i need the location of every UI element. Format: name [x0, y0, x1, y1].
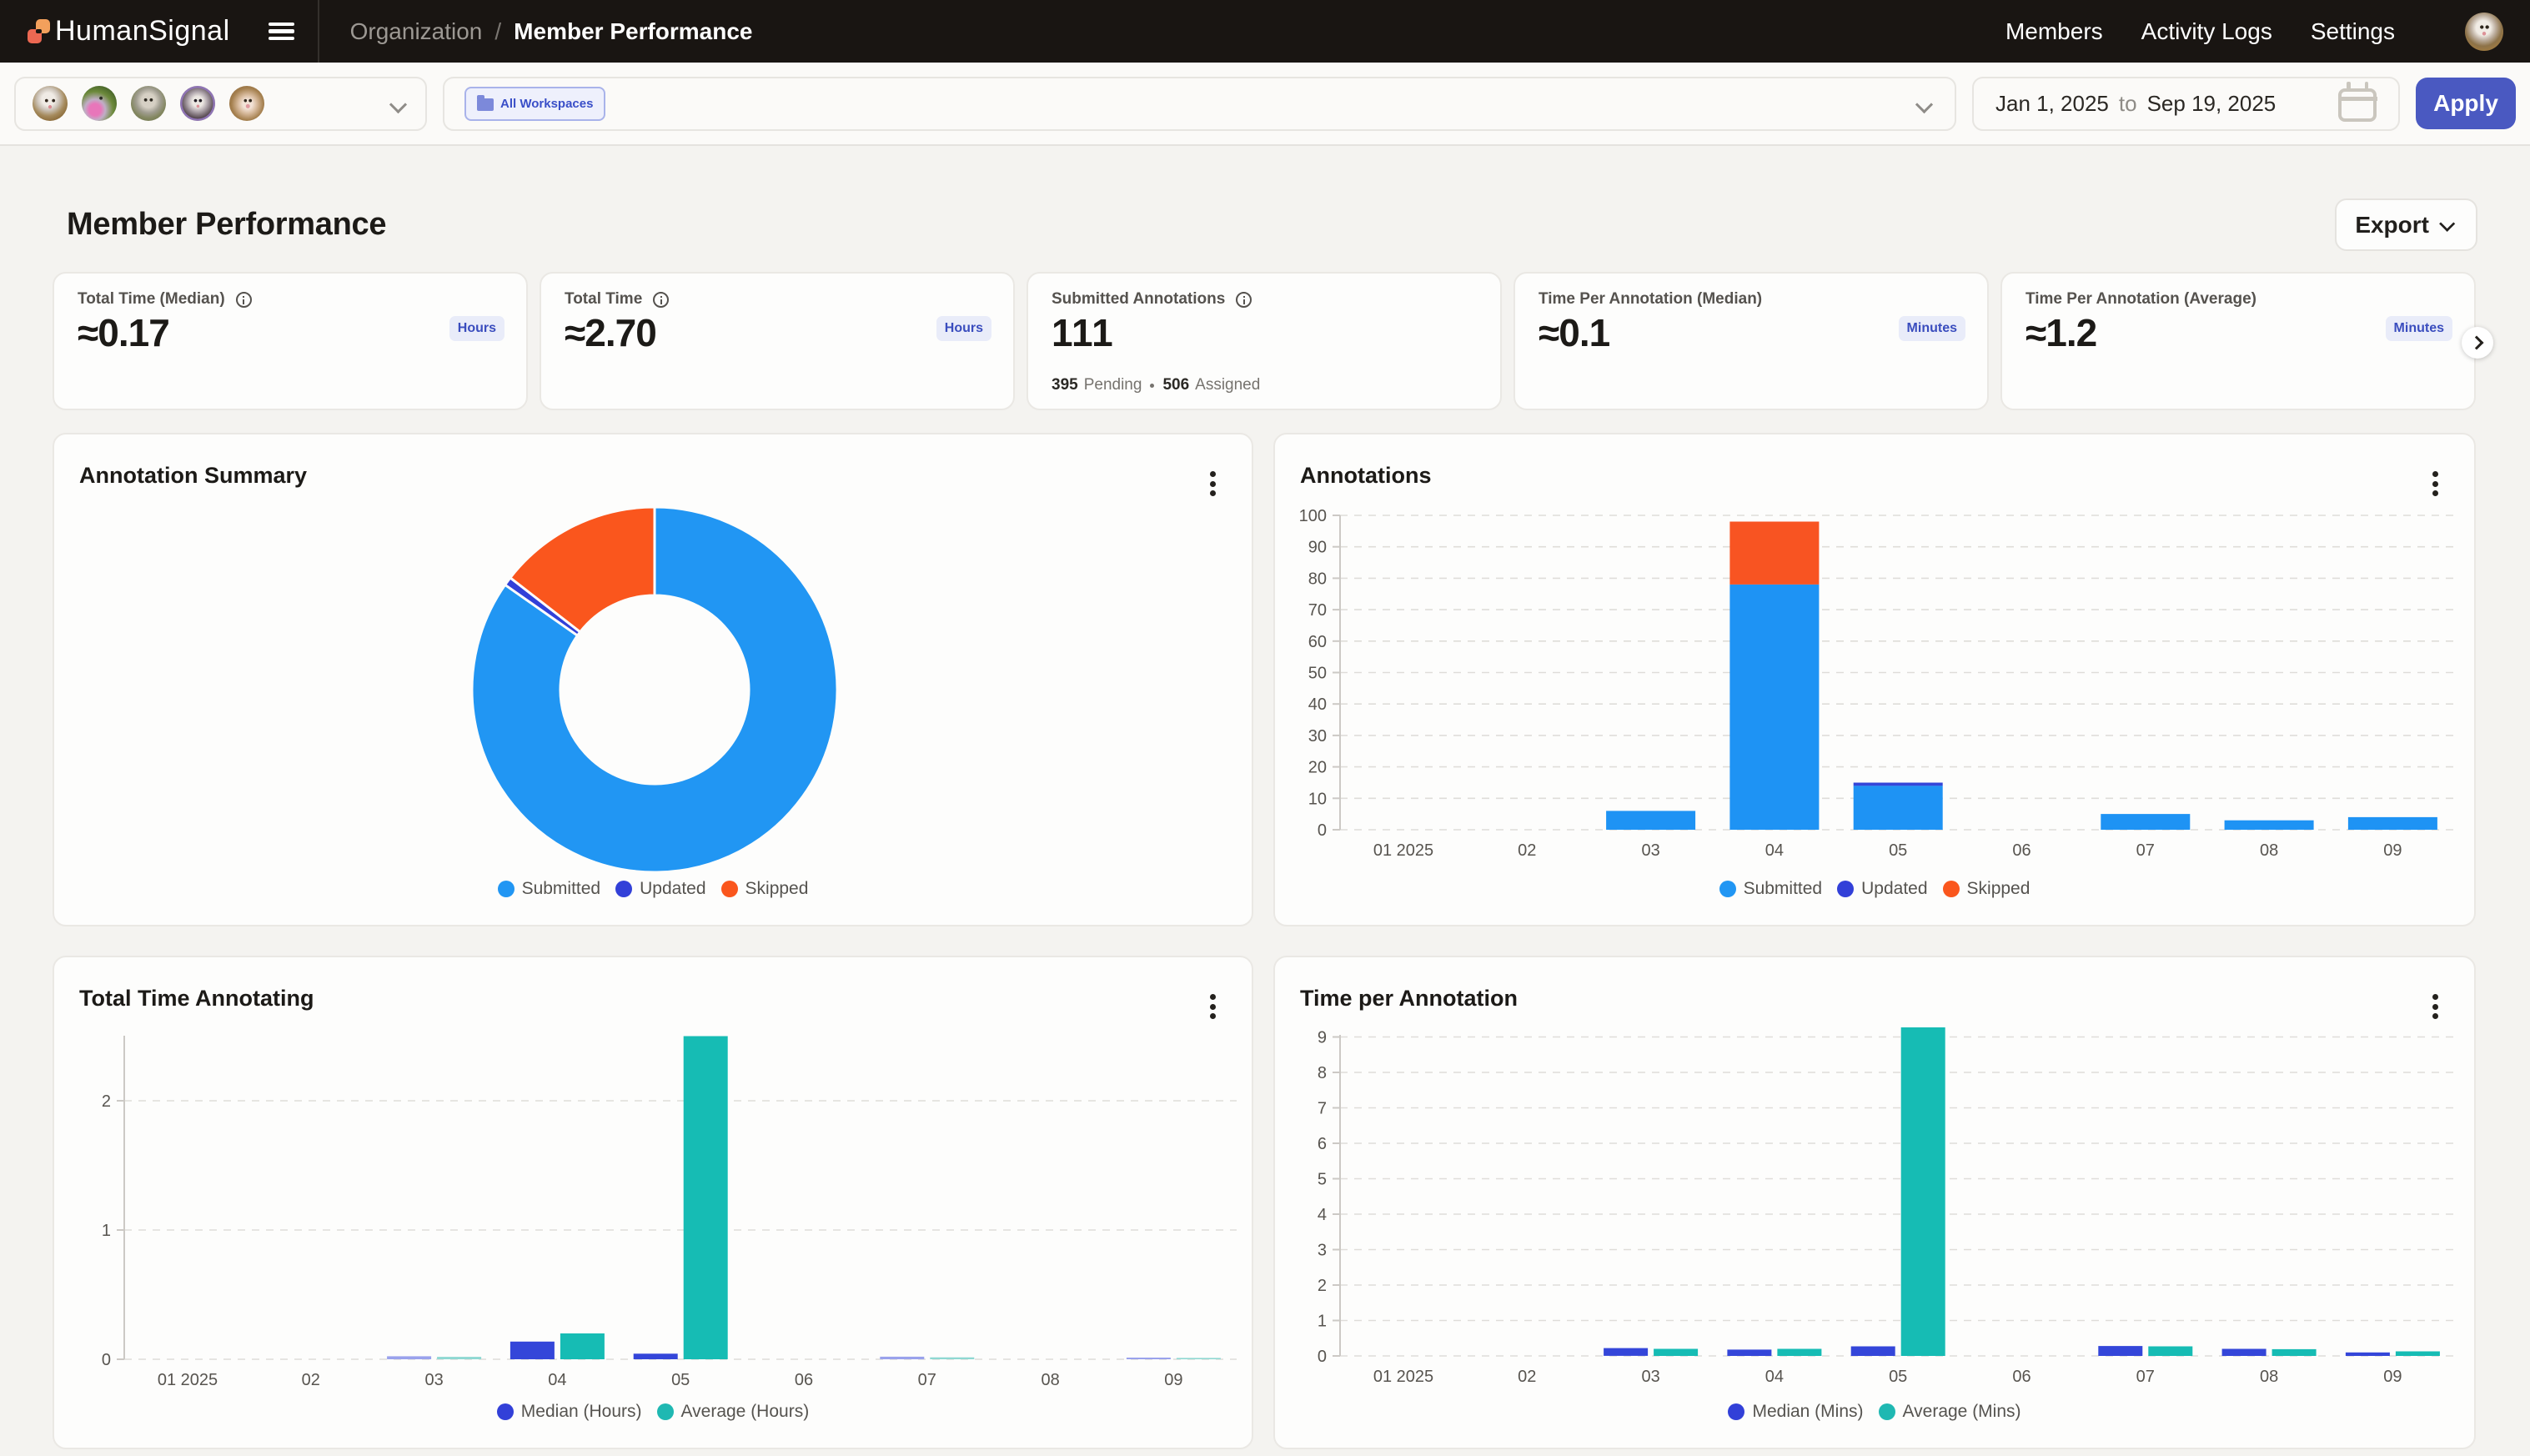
svg-text:9: 9 [1318, 1029, 1327, 1047]
svg-text:09: 09 [2383, 841, 2402, 860]
svg-text:50: 50 [1308, 665, 1327, 683]
svg-text:01 2025: 01 2025 [158, 1371, 218, 1389]
svg-text:06: 06 [2012, 1368, 2031, 1386]
svg-text:08: 08 [2260, 841, 2278, 860]
svg-text:1: 1 [1318, 1313, 1327, 1331]
svg-text:20: 20 [1308, 759, 1327, 777]
svg-text:0: 0 [1318, 821, 1327, 840]
svg-text:70: 70 [1308, 601, 1327, 620]
svg-text:60: 60 [1308, 633, 1327, 651]
svg-text:40: 40 [1308, 695, 1327, 714]
svg-text:0: 0 [1318, 1348, 1327, 1366]
svg-text:7: 7 [1318, 1100, 1327, 1118]
svg-text:8: 8 [1318, 1064, 1327, 1082]
svg-text:07: 07 [2136, 841, 2155, 860]
svg-text:10: 10 [1308, 790, 1327, 808]
svg-text:03: 03 [1641, 841, 1659, 860]
svg-text:07: 07 [2136, 1368, 2155, 1386]
svg-text:4: 4 [1318, 1206, 1327, 1224]
svg-text:01 2025: 01 2025 [1373, 1368, 1433, 1386]
svg-text:03: 03 [1641, 1368, 1659, 1386]
svg-text:02: 02 [1518, 841, 1536, 860]
svg-text:90: 90 [1308, 539, 1327, 557]
svg-text:06: 06 [2012, 841, 2031, 860]
svg-text:0: 0 [102, 1351, 111, 1369]
svg-text:04: 04 [1765, 1368, 1784, 1386]
svg-text:05: 05 [1889, 841, 1907, 860]
svg-text:03: 03 [424, 1371, 443, 1389]
svg-text:07: 07 [918, 1371, 936, 1389]
svg-text:09: 09 [2383, 1368, 2402, 1386]
svg-text:08: 08 [1041, 1371, 1059, 1389]
svg-text:1: 1 [102, 1222, 111, 1240]
svg-text:05: 05 [671, 1371, 690, 1389]
svg-text:5: 5 [1318, 1171, 1327, 1189]
svg-text:2: 2 [1318, 1277, 1327, 1295]
svg-text:08: 08 [2260, 1368, 2278, 1386]
svg-text:05: 05 [1889, 1368, 1907, 1386]
svg-text:01 2025: 01 2025 [1373, 841, 1433, 860]
svg-text:100: 100 [1299, 507, 1327, 525]
svg-text:02: 02 [302, 1371, 320, 1389]
svg-text:3: 3 [1318, 1242, 1327, 1260]
svg-text:6: 6 [1318, 1135, 1327, 1153]
svg-text:2: 2 [102, 1092, 111, 1111]
svg-text:09: 09 [1164, 1371, 1182, 1389]
svg-text:30: 30 [1308, 727, 1327, 746]
svg-text:04: 04 [548, 1371, 566, 1389]
svg-text:04: 04 [1765, 841, 1784, 860]
svg-text:02: 02 [1518, 1368, 1536, 1386]
svg-text:80: 80 [1308, 570, 1327, 588]
svg-text:06: 06 [795, 1371, 813, 1389]
